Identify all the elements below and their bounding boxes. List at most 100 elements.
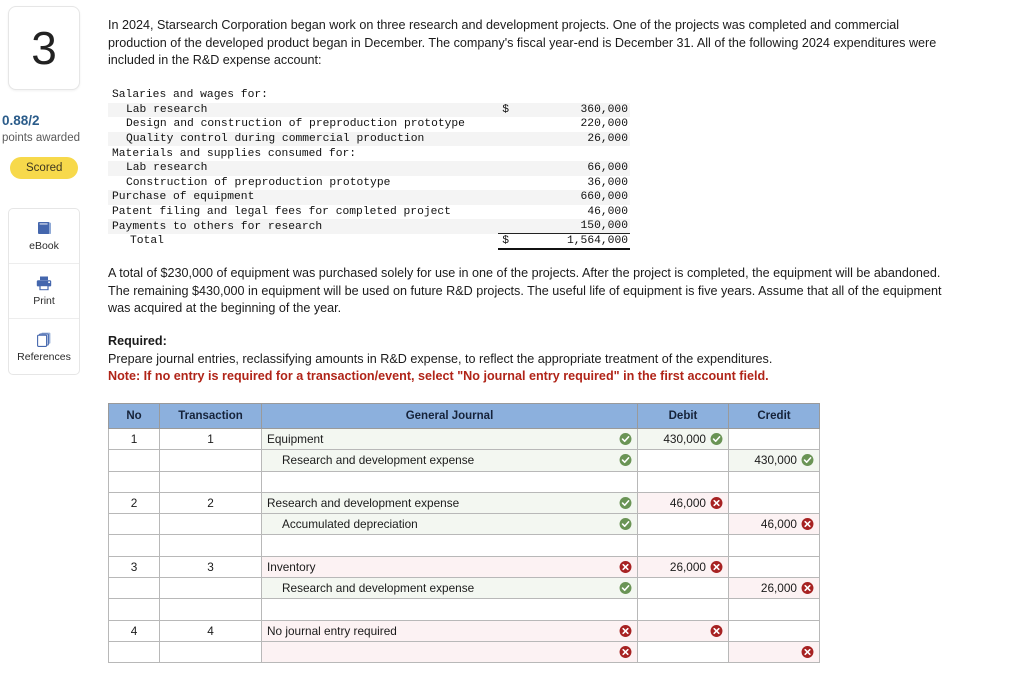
cell-no	[108, 513, 160, 536]
cell-account-select[interactable]	[261, 598, 638, 621]
expenditure-row: Purchase of equipment 660,000	[108, 190, 630, 205]
expenditure-total-value: 1,564,000	[512, 233, 630, 250]
cell-account-select[interactable]: Equipment	[261, 427, 638, 451]
col-header-no: No	[108, 403, 160, 429]
correct-check-icon	[801, 454, 814, 467]
ebook-label: eBook	[29, 240, 59, 252]
references-button[interactable]: References	[9, 319, 79, 374]
cell-debit-input[interactable]	[637, 534, 729, 557]
incorrect-cross-icon	[801, 646, 814, 659]
expenditure-value: 36,000	[587, 176, 628, 189]
expenditure-label: Design and construction of preproduction…	[126, 118, 465, 131]
cell-credit-input[interactable]	[728, 640, 820, 664]
cell-credit-input[interactable]	[728, 598, 820, 621]
expenditure-currency	[498, 160, 512, 176]
debit-amount: 26,000	[669, 559, 706, 574]
account-name: Accumulated depreciation	[282, 517, 418, 532]
cell-transaction	[159, 470, 262, 493]
expenditure-row: Payments to others for research 150,000	[108, 219, 630, 235]
question-number: 3	[31, 22, 57, 74]
tool-button-stack: eBook Print References	[8, 208, 80, 375]
expenditure-value: 150,000	[512, 219, 630, 235]
cell-credit-input[interactable]: 26,000	[728, 577, 820, 600]
expenditure-total-label: Total	[130, 235, 164, 248]
expenditure-label: Salaries and wages for:	[112, 89, 268, 102]
correct-check-icon	[619, 433, 632, 446]
cell-account-select[interactable]: Research and development expense	[261, 449, 638, 472]
table-row	[108, 470, 820, 493]
cell-debit-input[interactable]: 26,000	[637, 555, 729, 579]
cell-account-select[interactable]: Research and development expense	[261, 491, 638, 515]
expenditure-label: Lab research	[108, 160, 498, 176]
status-badge: Scored	[10, 157, 79, 179]
expenditure-currency	[498, 88, 512, 103]
cell-no	[108, 598, 160, 621]
incorrect-cross-icon	[619, 646, 632, 659]
cell-no	[108, 640, 160, 664]
cell-debit-input[interactable]	[637, 640, 729, 664]
cell-debit-input[interactable]: 430,000	[637, 427, 729, 451]
cell-credit-input[interactable]: 430,000	[728, 449, 820, 472]
cell-debit-input[interactable]	[637, 513, 729, 536]
cell-credit-input[interactable]	[728, 491, 820, 515]
general-journal-table[interactable]: No Transaction General Journal Debit Cre…	[108, 403, 820, 664]
cell-account-select[interactable]	[261, 470, 638, 493]
ebook-button[interactable]: eBook	[9, 209, 79, 264]
expenditure-value: 220,000	[580, 118, 628, 131]
debit-amount: 430,000	[663, 432, 706, 447]
expenditure-currency	[498, 176, 512, 191]
expenditure-row: Construction of preproduction prototype 3…	[108, 176, 630, 191]
account-name: Equipment	[267, 432, 324, 447]
points-awarded-value: 0.88/2	[2, 113, 40, 128]
cell-debit-input[interactable]	[637, 619, 729, 642]
cell-debit-input[interactable]: 46,000	[637, 491, 729, 515]
cell-no	[108, 449, 160, 472]
table-row: 1 1 Equipment 430,000	[108, 427, 820, 451]
cell-no	[108, 577, 160, 600]
cell-account-select[interactable]: Accumulated depreciation	[261, 513, 638, 536]
credit-amount: 430,000	[754, 453, 797, 468]
cell-no: 3	[108, 555, 160, 579]
print-button[interactable]: Print	[9, 264, 79, 319]
expenditure-total-row: Total $1,564,000	[108, 233, 630, 250]
cell-account-select[interactable]: Inventory	[261, 555, 638, 579]
cell-transaction: 2	[159, 491, 262, 515]
cell-account-select[interactable]: Research and development expense	[261, 577, 638, 600]
points-awarded-label: points awarded	[2, 132, 80, 144]
table-row: 4 4 No journal entry required	[108, 619, 820, 642]
expenditure-label: Lab research	[108, 102, 498, 118]
expenditure-value: 660,000	[512, 190, 630, 205]
cell-credit-input[interactable]	[728, 534, 820, 557]
cell-debit-input[interactable]	[637, 449, 729, 472]
cell-credit-input[interactable]	[728, 555, 820, 579]
incorrect-cross-icon	[710, 560, 723, 573]
cell-credit-input[interactable]: 46,000	[728, 513, 820, 536]
cell-transaction	[159, 449, 262, 472]
table-row: Accumulated depreciation 46,000	[108, 513, 820, 536]
account-name: Research and development expense	[267, 496, 460, 511]
cell-credit-input[interactable]	[728, 427, 820, 451]
expenditure-value: 46,000	[587, 206, 628, 219]
incorrect-cross-icon	[801, 582, 814, 595]
cell-debit-input[interactable]	[637, 577, 729, 600]
print-label: Print	[33, 295, 55, 307]
cell-account-select[interactable]	[261, 534, 638, 557]
cell-credit-input[interactable]	[728, 619, 820, 642]
journal-body: 1 1 Equipment 430,000 Research and developme…	[108, 427, 820, 664]
copy-icon	[36, 331, 53, 348]
expenditure-label: Construction of preproduction prototype	[126, 176, 391, 189]
incorrect-cross-icon	[619, 624, 632, 637]
cell-account-select[interactable]	[261, 640, 638, 664]
cell-debit-input[interactable]	[637, 470, 729, 493]
expenditure-currency	[498, 219, 512, 235]
cell-transaction: 1	[159, 427, 262, 451]
cell-account-select[interactable]: No journal entry required	[261, 619, 638, 642]
required-text: Prepare journal entries, reclassifying a…	[108, 351, 773, 366]
cell-debit-input[interactable]	[637, 598, 729, 621]
cell-credit-input[interactable]	[728, 470, 820, 493]
incorrect-cross-icon	[710, 497, 723, 510]
col-header-credit: Credit	[728, 403, 820, 429]
cell-transaction	[159, 534, 262, 557]
table-row: Research and development expense 26,000	[108, 577, 820, 600]
question-number-card: 3	[8, 6, 80, 90]
